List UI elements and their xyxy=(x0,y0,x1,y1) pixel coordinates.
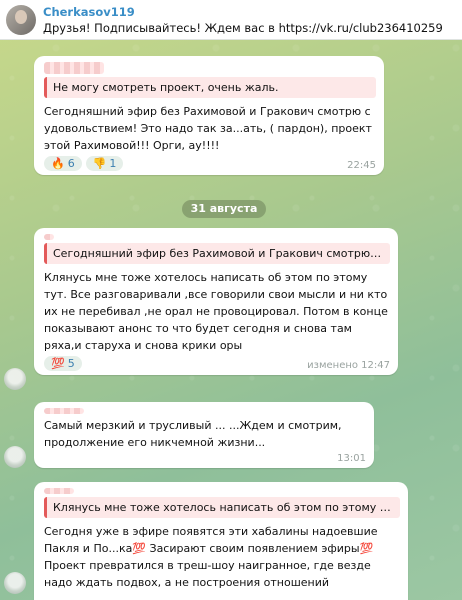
pinned-message-text: Друзья! Подписывайтесь! Ждем вас в https… xyxy=(43,20,443,35)
reactions: 🔥 6 👎 1 xyxy=(44,156,124,171)
reply-quote[interactable]: Сегодняшний эфир без Рахимовой и Гракови… xyxy=(44,243,390,264)
hundred-icon: 💯 xyxy=(51,357,65,370)
reaction-fire[interactable]: 🔥 6 xyxy=(44,156,82,171)
message-text: Клянусь мне тоже хотелось написать об эт… xyxy=(44,271,388,352)
thumbs-down-icon: 👎 xyxy=(92,157,107,170)
message-time: изменено 12:47 xyxy=(307,360,390,371)
pinned-sender-name[interactable]: Cherkasov119 xyxy=(43,4,443,20)
sender-name-redacted[interactable] xyxy=(44,62,104,74)
avatar[interactable] xyxy=(4,368,26,390)
avatar[interactable] xyxy=(4,572,26,594)
avatar[interactable] xyxy=(6,4,36,35)
message-bubble[interactable]: Клянусь мне тоже хотелось написать об эт… xyxy=(34,482,408,600)
reaction-hundred[interactable]: 💯 5 xyxy=(44,356,82,371)
reaction-thumbs-down[interactable]: 👎 1 xyxy=(85,156,124,171)
reaction-count: 5 xyxy=(67,357,75,370)
pinned-message-bar[interactable]: Cherkasov119 Друзья! Подписывайтесь! Жде… xyxy=(0,0,462,40)
message-bubble[interactable]: Не могу смотреть проект, очень жаль. Сег… xyxy=(34,56,384,175)
date-separator: 31 августа xyxy=(182,200,266,218)
fire-icon: 🔥 xyxy=(51,157,65,170)
sender-name-redacted[interactable] xyxy=(44,408,84,414)
reaction-count: 6 xyxy=(67,157,75,170)
reply-quote[interactable]: Не могу смотреть проект, очень жаль. xyxy=(44,77,376,98)
reply-quote[interactable]: Клянусь мне тоже хотелось написать об эт… xyxy=(44,497,400,518)
message-text: Сегодняшний эфир без Рахимовой и Гракови… xyxy=(44,105,372,152)
reaction-count: 1 xyxy=(109,157,117,170)
sender-name-redacted[interactable] xyxy=(44,234,54,240)
message-time: 22:45 xyxy=(347,160,376,171)
message-bubble[interactable]: Сегодняшний эфир без Рахимовой и Гракови… xyxy=(34,228,398,375)
avatar[interactable] xyxy=(4,446,26,468)
message-bubble[interactable]: Самый мерзкий и трусливый ... ...Ждем и … xyxy=(34,402,374,468)
message-text: Сегодня уже в эфире появятся эти хабалин… xyxy=(44,525,378,589)
message-time: 13:01 xyxy=(337,453,366,464)
reactions: 💯 5 xyxy=(44,356,82,371)
sender-name-redacted[interactable] xyxy=(44,488,74,494)
message-text: Самый мерзкий и трусливый ... ...Ждем и … xyxy=(44,419,342,449)
